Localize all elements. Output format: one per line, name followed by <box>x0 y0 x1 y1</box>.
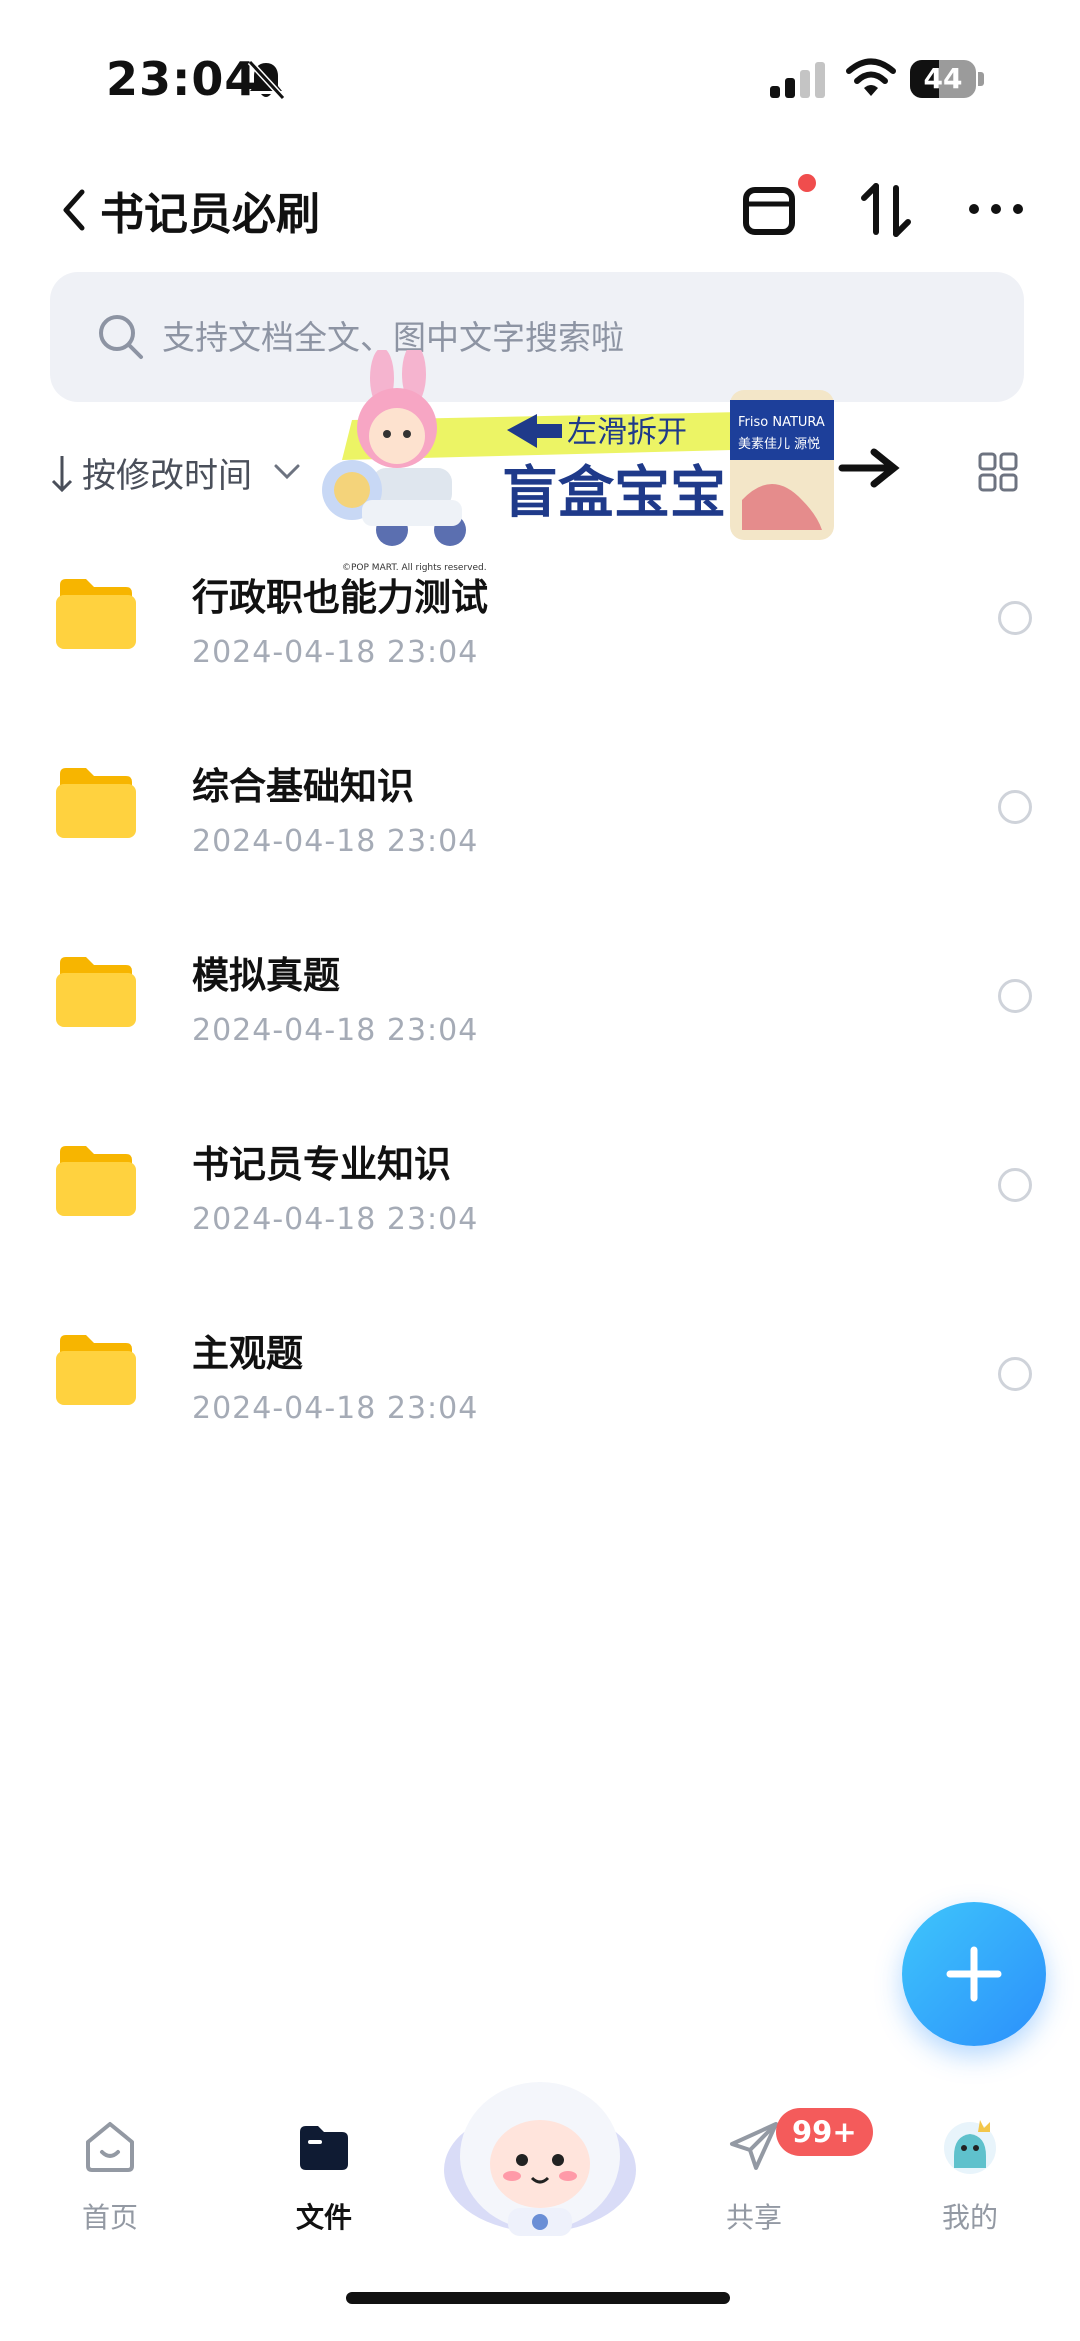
nav-mine[interactable]: 我的 <box>900 2116 1040 2256</box>
battery-icon: 44 <box>910 60 984 98</box>
chevron-down-icon[interactable] <box>272 460 302 484</box>
file-name: 综合基础知识 <box>192 765 414 808</box>
send-plane-icon <box>730 2122 778 2170</box>
select-radio[interactable] <box>998 601 1032 635</box>
select-radio[interactable] <box>998 1357 1032 1391</box>
ad-title: 盲盒宝宝 <box>502 461 726 526</box>
file-date: 2024-04-18 23:04 <box>192 635 479 670</box>
grid-view-icon[interactable] <box>978 452 1018 492</box>
back-chevron-icon[interactable] <box>52 182 104 238</box>
folder-filled-icon <box>300 2126 348 2170</box>
folder-icon <box>56 1146 136 1216</box>
plus-icon <box>946 1946 1002 2002</box>
file-name: 行政职也能力测试 <box>192 576 488 619</box>
file-name: 书记员专业知识 <box>192 1143 451 1186</box>
status-bar: 23:04 44 <box>0 0 1080 150</box>
wifi-icon <box>846 58 896 96</box>
nav-home[interactable]: 首页 <box>40 2116 180 2256</box>
sort-toggle-icon[interactable] <box>858 178 914 242</box>
battery-body: 44 <box>910 60 976 98</box>
file-date: 2024-04-18 23:04 <box>192 824 479 859</box>
file-date: 2024-04-18 23:04 <box>192 1013 479 1048</box>
ad-sticker[interactable]: ©POP MART. All rights reserved. 左滑拆开 盲盒宝… <box>322 350 942 578</box>
product-can-icon: Friso NATURA 美素佳儿 源悦 <box>730 390 834 540</box>
select-radio[interactable] <box>998 1168 1032 1202</box>
mascot-assistant-icon[interactable] <box>438 2060 642 2240</box>
status-time: 23:04 <box>106 52 258 106</box>
header: 书记员必刷 <box>0 160 1080 260</box>
battery-cap <box>978 72 984 86</box>
file-date: 2024-04-18 23:04 <box>192 1391 479 1426</box>
folder-icon <box>56 1335 136 1405</box>
file-name: 模拟真题 <box>192 954 340 997</box>
ad-product-name: 美素佳儿 源悦 <box>738 437 820 452</box>
avatar <box>944 2120 996 2174</box>
list-item[interactable]: 模拟真题 2024-04-18 23:04 <box>0 923 1080 1073</box>
bottom-nav: 首页 文件 共享 99+ 我的 <box>0 2060 1080 2260</box>
cellular-signal-icon <box>770 62 825 98</box>
nav-files[interactable]: 文件 <box>254 2116 394 2256</box>
page-title: 书记员必刷 <box>100 189 320 240</box>
home-icon <box>86 2122 134 2172</box>
inbox-icon[interactable] <box>738 178 804 242</box>
nav-label: 我的 <box>941 2201 998 2234</box>
sort-down-arrow-icon[interactable] <box>50 454 74 494</box>
folder-icon <box>56 579 136 649</box>
folder-icon <box>56 768 136 838</box>
bell-muted-icon <box>247 59 286 101</box>
list-item[interactable]: 综合基础知识 2024-04-18 23:04 <box>0 734 1080 884</box>
home-indicator[interactable] <box>346 2292 730 2304</box>
list-item[interactable]: 行政职也能力测试 2024-04-18 23:04 <box>0 545 1080 695</box>
battery-level: 44 <box>923 62 963 95</box>
nav-label: 文件 <box>295 2201 352 2234</box>
select-radio[interactable] <box>998 979 1032 1013</box>
folder-icon <box>56 957 136 1027</box>
nav-label: 共享 <box>725 2201 782 2234</box>
list-item[interactable]: 书记员专业知识 2024-04-18 23:04 <box>0 1112 1080 1262</box>
file-name: 主观题 <box>192 1332 303 1375</box>
list-item[interactable]: 主观题 2024-04-18 23:04 <box>0 1301 1080 1451</box>
ad-product-brand: Friso NATURA <box>738 415 825 430</box>
select-radio[interactable] <box>998 790 1032 824</box>
file-date: 2024-04-18 23:04 <box>192 1202 479 1237</box>
search-icon <box>99 315 143 359</box>
sort-label[interactable]: 按修改时间 <box>82 448 252 497</box>
nav-label: 首页 <box>81 2201 138 2234</box>
add-button[interactable] <box>902 1902 1046 2046</box>
notification-badge: 99+ <box>776 2108 873 2156</box>
notification-dot <box>798 174 816 192</box>
more-icon[interactable] <box>966 194 1026 224</box>
ad-hint: 左滑拆开 <box>567 415 687 450</box>
